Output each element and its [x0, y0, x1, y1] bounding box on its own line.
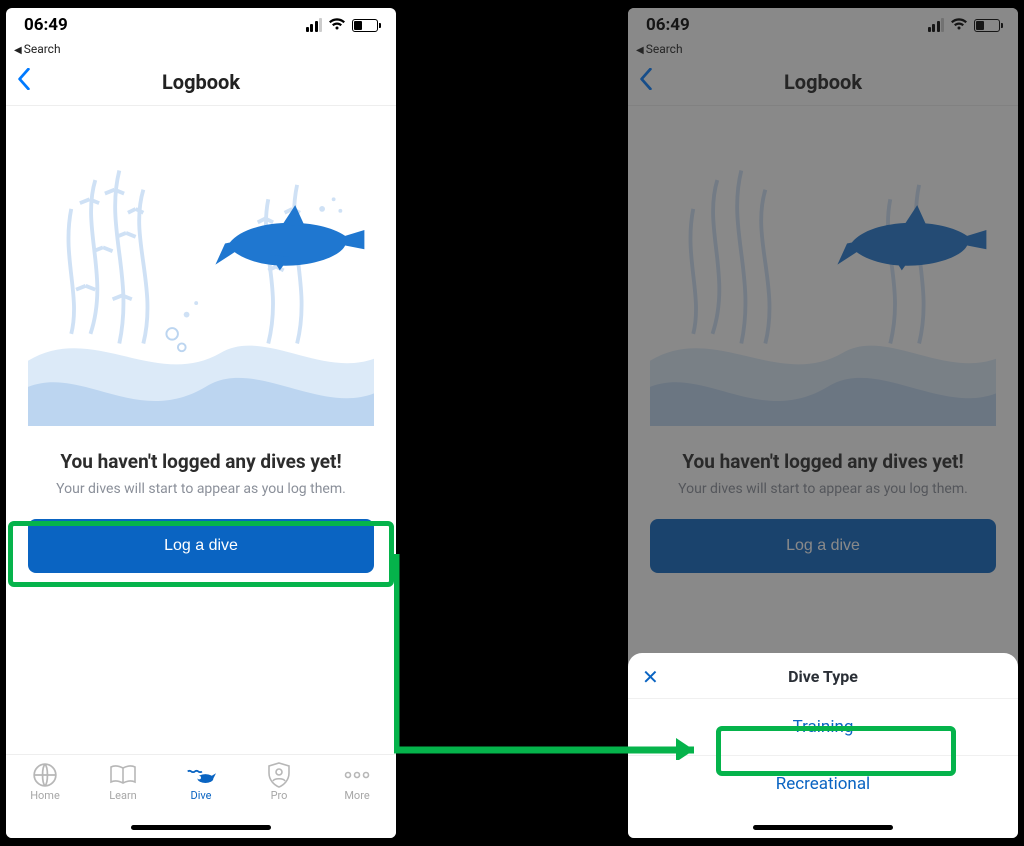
dive-type-sheet: ✕ Dive Type Training Recreational: [628, 653, 1018, 838]
status-bar: 06:49: [6, 8, 396, 42]
book-icon: [108, 763, 138, 787]
battery-icon: [352, 19, 378, 32]
breadcrumb[interactable]: ◀Search: [6, 42, 396, 58]
tab-label: Learn: [109, 789, 137, 802]
empty-state: You haven't logged any dives yet! Your d…: [6, 106, 396, 573]
globe-icon: [30, 763, 60, 787]
back-triangle-icon: ◀: [14, 45, 22, 56]
option-recreational[interactable]: Recreational: [628, 755, 1018, 812]
close-icon[interactable]: ✕: [642, 665, 659, 689]
home-indicator[interactable]: [753, 825, 893, 830]
sheet-header: ✕ Dive Type: [628, 653, 1018, 698]
phone-screen-divetype: 06:49 ◀Search Logbook: [628, 8, 1018, 838]
breadcrumb-label: Search: [24, 42, 61, 56]
tab-bar: Home Learn Dive Pro More: [6, 754, 396, 838]
tab-label: More: [344, 789, 369, 802]
sheet-title: Dive Type: [788, 667, 858, 686]
tab-label: Pro: [271, 789, 288, 802]
back-button[interactable]: [16, 67, 32, 97]
tab-dive[interactable]: Dive: [186, 763, 216, 802]
option-training[interactable]: Training: [628, 698, 1018, 755]
more-icon: [342, 763, 372, 787]
empty-subtitle: Your dives will start to appear as you l…: [28, 481, 374, 497]
shield-person-icon: [264, 763, 294, 787]
diver-icon: [186, 763, 216, 787]
underwater-illustration: [28, 136, 374, 426]
page-title: Logbook: [6, 70, 396, 94]
tab-learn[interactable]: Learn: [108, 763, 138, 802]
nav-bar: Logbook: [6, 58, 396, 106]
tab-home[interactable]: Home: [30, 763, 60, 802]
log-dive-button[interactable]: Log a dive: [28, 519, 374, 573]
empty-title: You haven't logged any dives yet!: [28, 450, 374, 473]
tab-more[interactable]: More: [342, 763, 372, 802]
home-indicator[interactable]: [131, 825, 271, 830]
status-time: 06:49: [24, 15, 68, 35]
wifi-icon: [328, 16, 346, 35]
tab-label: Home: [30, 789, 60, 802]
tab-pro[interactable]: Pro: [264, 763, 294, 802]
cellular-icon: [306, 18, 323, 32]
phone-screen-logbook: 06:49 ◀Search Logbook: [6, 8, 396, 838]
tab-label: Dive: [191, 789, 212, 802]
